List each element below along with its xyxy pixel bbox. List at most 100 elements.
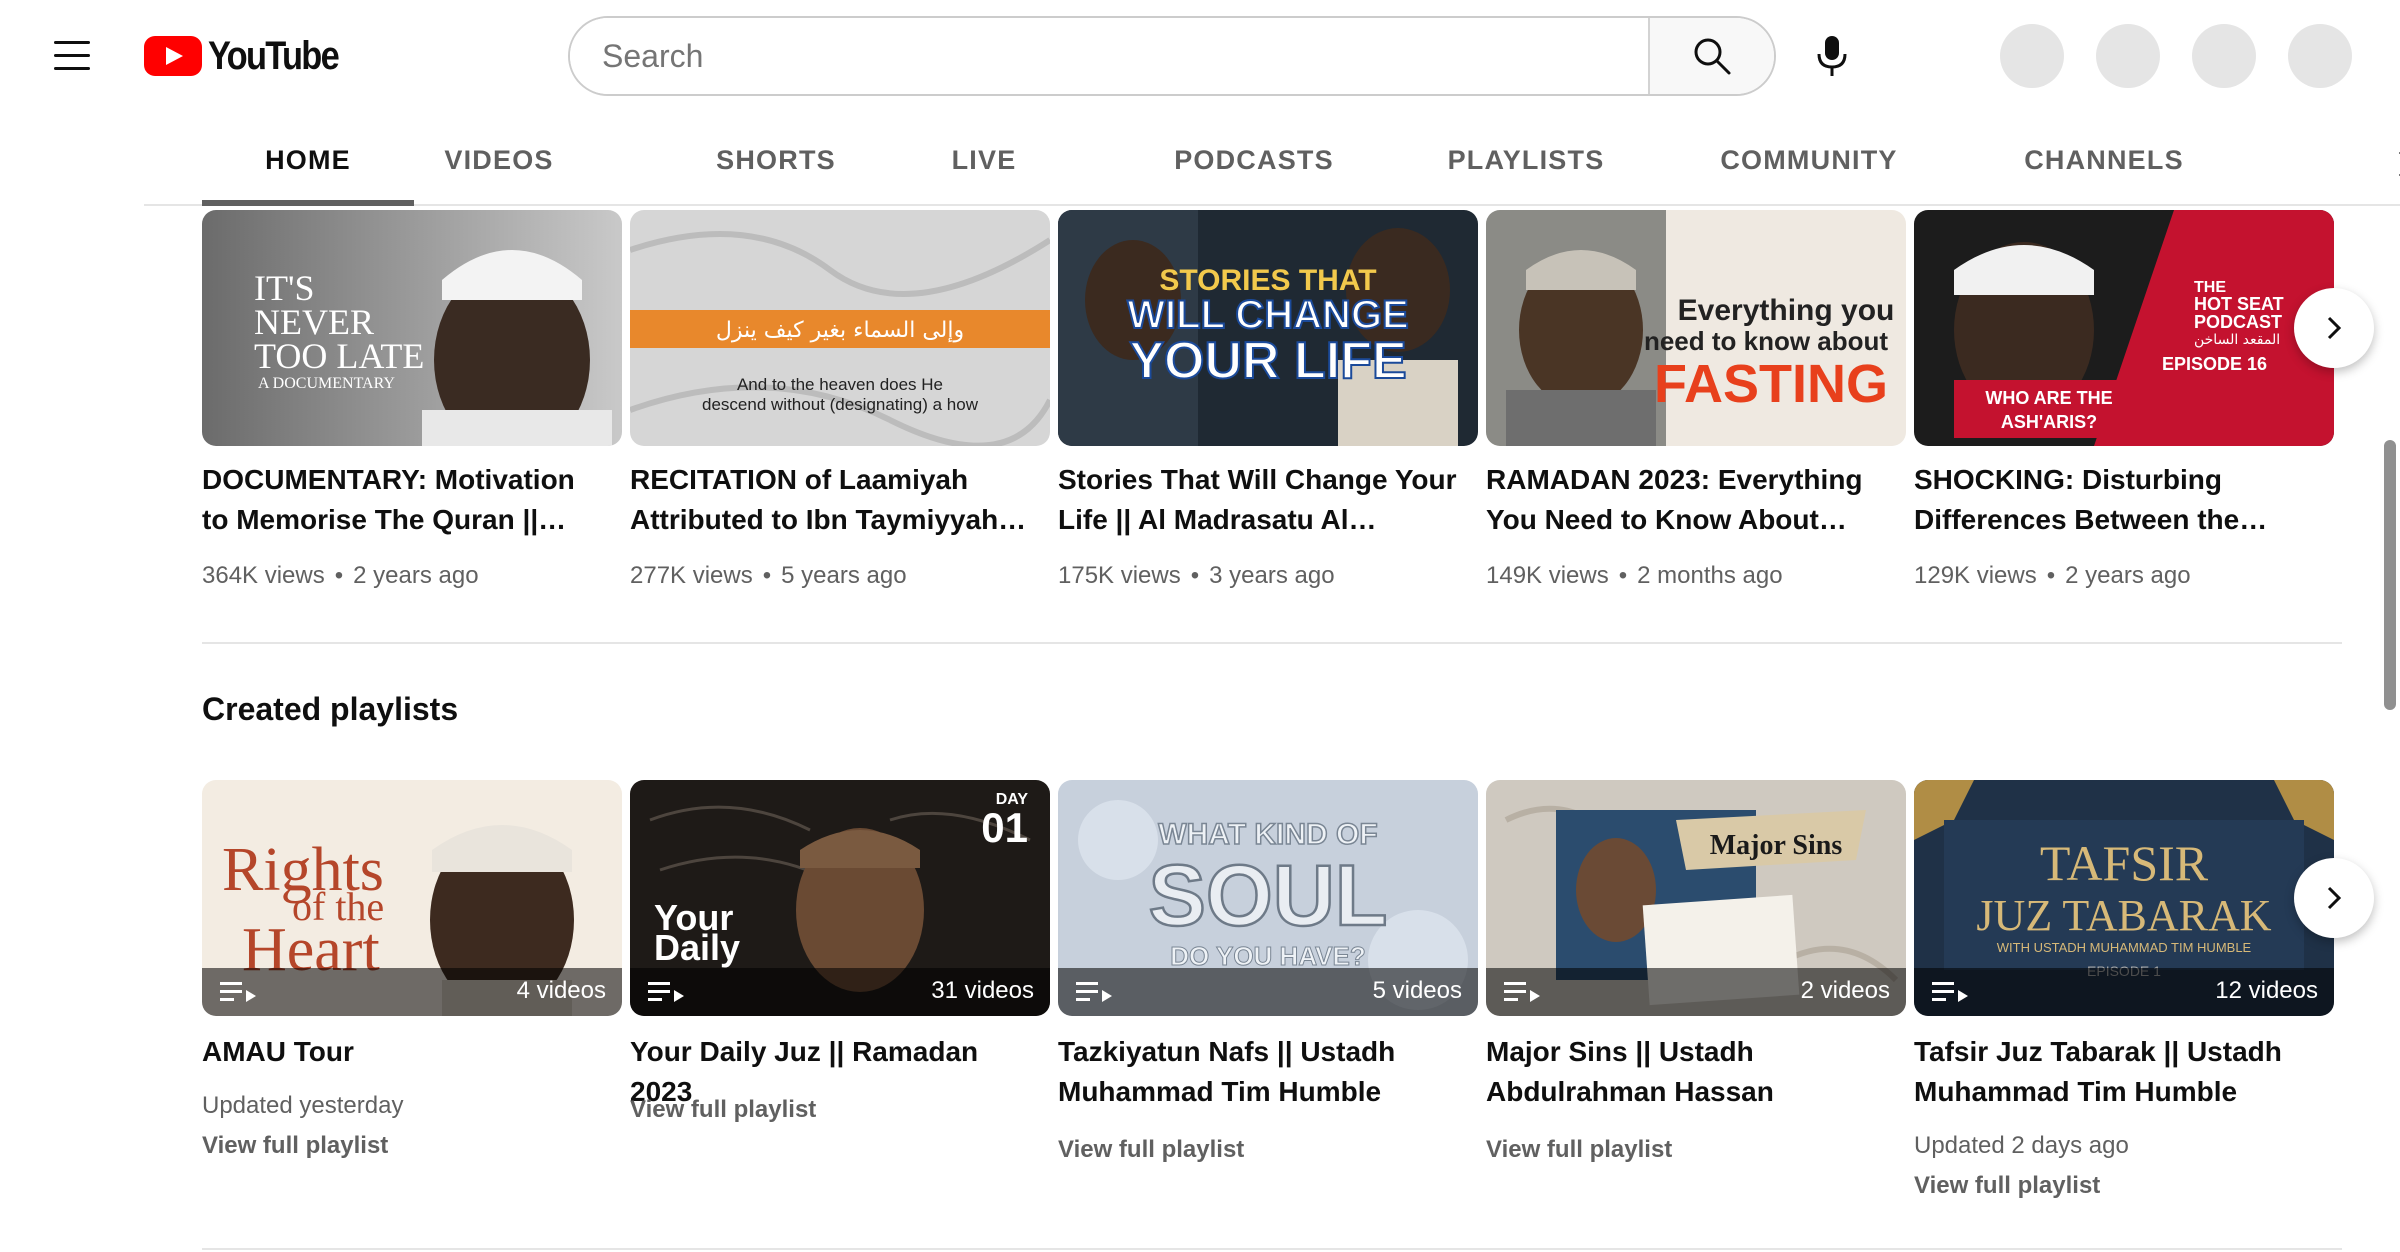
video-metadata: 149K views • 2 months ago bbox=[1486, 562, 1783, 589]
playlist-overlay: 5 videos bbox=[1058, 968, 1478, 1016]
playlist-video-count: 31 videos bbox=[931, 977, 1034, 1004]
svg-text:Everything you: Everything you bbox=[1678, 294, 1895, 327]
search-icon bbox=[1694, 38, 1731, 75]
thumbnail-image: IT'S NEVER TOO LATE A DOCUMENTARY bbox=[202, 210, 622, 446]
playlist-icon bbox=[1504, 982, 1540, 1002]
videos-carousel-next-button[interactable] bbox=[2294, 288, 2374, 368]
playlist-updated: Updated yesterday bbox=[202, 1092, 404, 1119]
svg-text:وإلى السماء بغير كيف ينزل: وإلى السماء بغير كيف ينزل bbox=[716, 318, 964, 343]
account-avatar[interactable] bbox=[2288, 24, 2352, 88]
svg-text:WILL CHANGE: WILL CHANGE bbox=[1127, 293, 1408, 337]
svg-text:WITH USTADH MUHAMMAD TIM HUMBL: WITH USTADH MUHAMMAD TIM HUMBLE bbox=[1997, 940, 2252, 955]
video-thumbnail[interactable]: وإلى السماء بغير كيف ينزل And to the hea… bbox=[630, 210, 1050, 446]
view-count: 129K views bbox=[1914, 562, 2037, 589]
tabs-scroll-right-button[interactable] bbox=[2384, 142, 2400, 186]
svg-text:PODCAST: PODCAST bbox=[2194, 312, 2282, 332]
svg-text:descend without (designating): descend without (designating) a how bbox=[702, 395, 979, 414]
page-scrollbar-thumb[interactable] bbox=[2384, 440, 2396, 710]
svg-text:01: 01 bbox=[981, 804, 1028, 851]
playlist-icon bbox=[220, 982, 256, 1002]
thumbnail-image: وإلى السماء بغير كيف ينزل And to the hea… bbox=[630, 210, 1050, 446]
voice-search-button[interactable] bbox=[1800, 24, 1864, 88]
svg-text:FASTING: FASTING bbox=[1654, 354, 1888, 414]
playlist-title[interactable]: Major Sins || Ustadh Abdulrahman Hassan bbox=[1486, 1032, 1896, 1112]
section-title-created-playlists: Created playlists bbox=[202, 691, 459, 727]
video-metadata: 364K views • 2 years ago bbox=[202, 562, 479, 589]
tab-podcasts[interactable]: PODCASTS bbox=[1134, 124, 1374, 206]
apps-button[interactable] bbox=[2096, 24, 2160, 88]
playlist-thumbnail[interactable]: DAY 01 Your Daily 31 videos bbox=[630, 780, 1050, 1016]
video-title[interactable]: DOCUMENTARY: Motivation to Memorise The … bbox=[202, 460, 602, 540]
thumbnail-image: Everything you need to know about FASTIN… bbox=[1486, 210, 1906, 446]
tab-shorts[interactable]: SHORTS bbox=[686, 124, 866, 206]
video-title[interactable]: RECITATION of Laamiyah Attributed to Ibn… bbox=[630, 460, 1030, 540]
tab-videos[interactable]: VIDEOS bbox=[414, 124, 584, 206]
svg-text:WHO ARE THE: WHO ARE THE bbox=[1985, 388, 2112, 408]
playlist-overlay: 4 videos bbox=[202, 968, 622, 1016]
video-title[interactable]: RAMADAN 2023: Everything You Need to Kno… bbox=[1486, 460, 1886, 540]
playlist-thumbnail[interactable]: Rights of the Heart 4 videos bbox=[202, 780, 622, 1016]
tab-community[interactable]: COMMUNITY bbox=[1674, 124, 1944, 206]
logo-wordmark: YouTube bbox=[208, 33, 340, 78]
video-title[interactable]: SHOCKING: Disturbing Differences Between… bbox=[1914, 460, 2314, 540]
svg-text:SOUL: SOUL bbox=[1149, 848, 1388, 944]
svg-text:TOO LATE: TOO LATE bbox=[254, 336, 424, 376]
chevron-right-icon bbox=[2398, 152, 2400, 176]
playlist-thumbnail[interactable]: TAFSIR JUZ TABARAK WITH USTADH MUHAMMAD … bbox=[1914, 780, 2334, 1016]
notifications-button[interactable] bbox=[2192, 24, 2256, 88]
video-title[interactable]: Stories That Will Change Your Life || Al… bbox=[1058, 460, 1458, 540]
active-tab-indicator bbox=[202, 200, 414, 206]
youtube-play-icon bbox=[144, 36, 202, 76]
view-full-playlist-link[interactable]: View full playlist bbox=[630, 1096, 816, 1124]
guide-menu-button[interactable] bbox=[40, 26, 104, 86]
microphone-icon bbox=[1817, 36, 1847, 76]
playlist-icon bbox=[1932, 982, 1968, 1002]
chevron-right-icon bbox=[2327, 316, 2342, 340]
svg-text:WHAT KIND OF: WHAT KIND OF bbox=[1158, 818, 1377, 851]
view-full-playlist-link[interactable]: View full playlist bbox=[1486, 1136, 1672, 1164]
svg-text:YOUR LIFE: YOUR LIFE bbox=[1129, 332, 1406, 390]
search-bar bbox=[568, 16, 1776, 96]
video-thumbnail[interactable]: Everything you need to know about FASTIN… bbox=[1486, 210, 1906, 446]
view-full-playlist-link[interactable]: View full playlist bbox=[1058, 1136, 1244, 1164]
svg-text:A DOCUMENTARY: A DOCUMENTARY bbox=[258, 375, 395, 392]
section-divider bbox=[202, 1248, 2342, 1250]
search-button[interactable] bbox=[1648, 18, 1774, 94]
playlist-overlay: 12 videos bbox=[1914, 968, 2334, 1016]
svg-text:Major Sins: Major Sins bbox=[1710, 830, 1843, 861]
view-count: 364K views bbox=[202, 562, 325, 589]
view-full-playlist-link[interactable]: View full playlist bbox=[1914, 1172, 2100, 1200]
video-metadata: 175K views • 3 years ago bbox=[1058, 562, 1335, 589]
svg-text:TAFSIR: TAFSIR bbox=[2040, 835, 2209, 891]
svg-text:المقعد الساخن: المقعد الساخن bbox=[2194, 332, 2280, 348]
playlist-video-count: 5 videos bbox=[1372, 977, 1462, 1004]
hamburger-icon bbox=[54, 41, 90, 44]
playlist-title[interactable]: Tazkiyatun Nafs || Ustadh Muhammad Tim H… bbox=[1058, 1032, 1468, 1112]
view-full-playlist-link[interactable]: View full playlist bbox=[202, 1132, 388, 1160]
playlists-carousel-next-button[interactable] bbox=[2294, 858, 2374, 938]
tab-home[interactable]: HOME bbox=[202, 124, 414, 206]
video-metadata: 129K views • 2 years ago bbox=[1914, 562, 2191, 589]
playlist-video-count: 2 videos bbox=[1800, 977, 1890, 1004]
video-thumbnail[interactable]: STORIES THAT WILL CHANGE YOUR LIFE bbox=[1058, 210, 1478, 446]
tab-playlists[interactable]: PLAYLISTS bbox=[1406, 124, 1646, 206]
view-count: 149K views bbox=[1486, 562, 1609, 589]
playlist-updated: Updated 2 days ago bbox=[1914, 1132, 2129, 1159]
view-count: 277K views bbox=[630, 562, 753, 589]
create-button[interactable] bbox=[2000, 24, 2064, 88]
svg-text:HOT SEAT: HOT SEAT bbox=[2194, 294, 2284, 314]
tab-channels[interactable]: CHANNELS bbox=[1984, 124, 2224, 206]
playlist-title[interactable]: AMAU Tour bbox=[202, 1032, 612, 1072]
playlist-video-count: 4 videos bbox=[516, 977, 606, 1004]
playlist-thumbnail[interactable]: Major Sins 2 videos bbox=[1486, 780, 1906, 1016]
video-thumbnail[interactable]: THE HOT SEAT PODCAST المقعد الساخن EPISO… bbox=[1914, 210, 2334, 446]
video-thumbnail[interactable]: IT'S NEVER TOO LATE A DOCUMENTARY bbox=[202, 210, 622, 446]
svg-text:And to the heaven does He: And to the heaven does He bbox=[737, 375, 943, 394]
youtube-logo[interactable]: YouTube bbox=[144, 30, 359, 82]
tab-live[interactable]: LIVE bbox=[924, 124, 1044, 206]
playlist-title[interactable]: Tafsir Juz Tabarak || Ustadh Muhammad Ti… bbox=[1914, 1032, 2324, 1112]
playlist-thumbnail[interactable]: WHAT KIND OF SOUL DO YOU HAVE? 5 videos bbox=[1058, 780, 1478, 1016]
playlist-icon bbox=[648, 982, 684, 1002]
video-metadata: 277K views • 5 years ago bbox=[630, 562, 907, 589]
search-input[interactable] bbox=[570, 18, 1648, 94]
